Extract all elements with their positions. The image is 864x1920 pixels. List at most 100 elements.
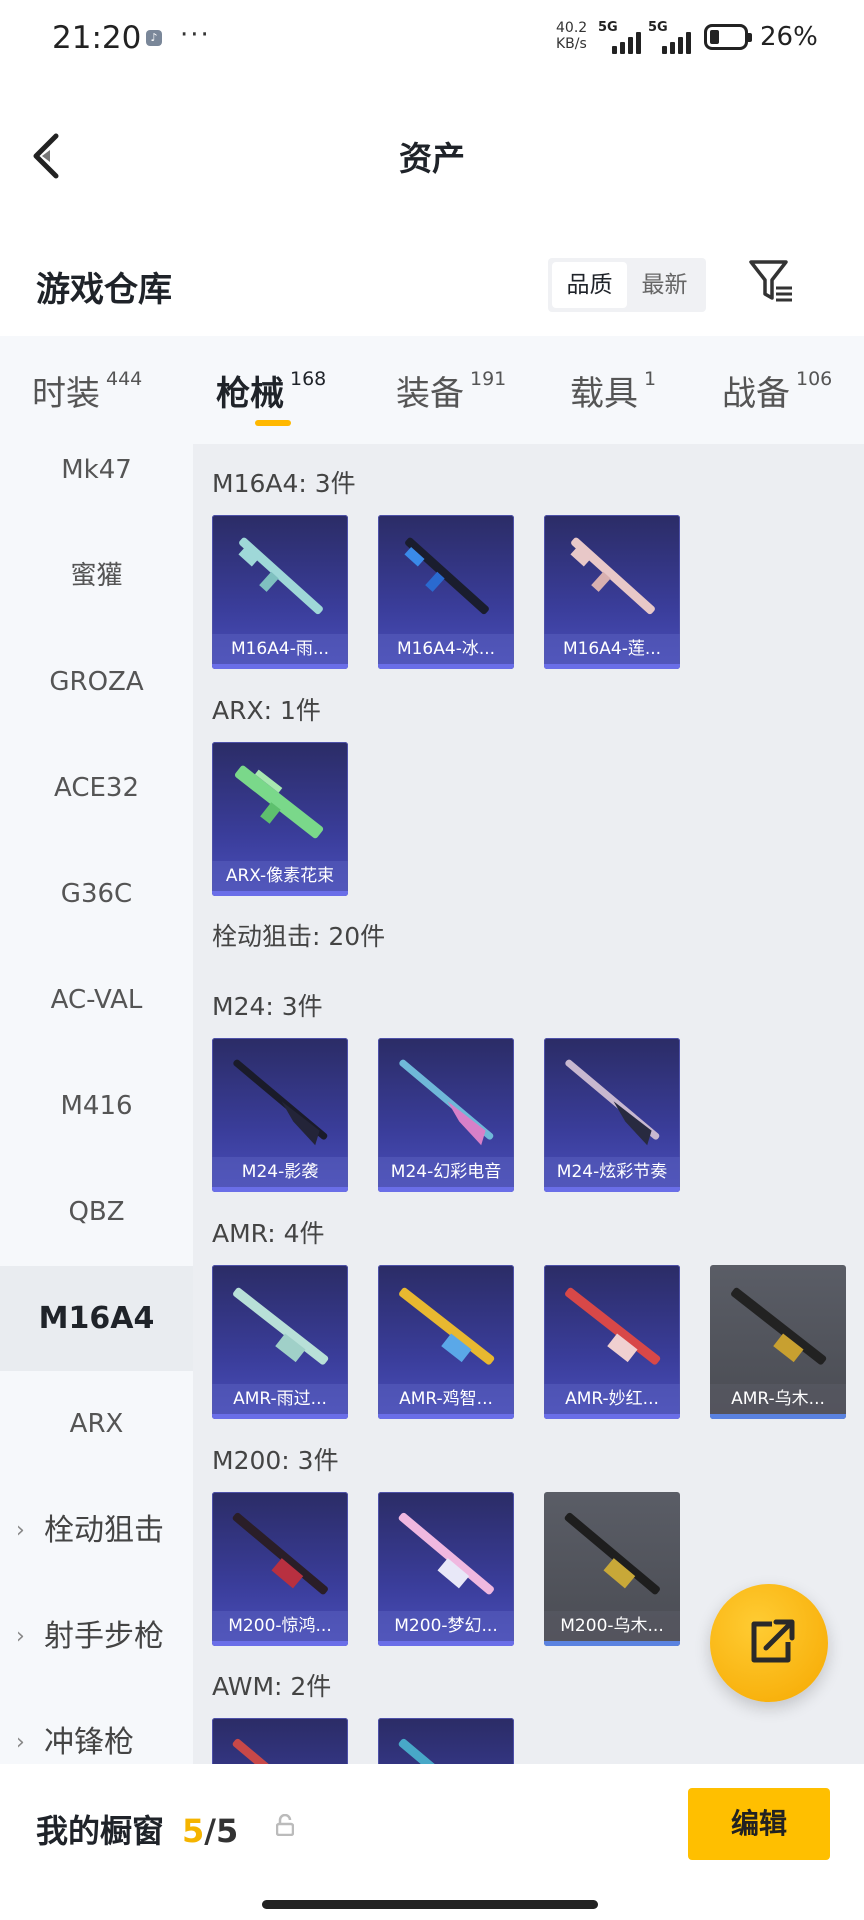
weapon-card-name: AMR-乌木... <box>710 1384 846 1414</box>
sniper-image <box>565 1287 661 1365</box>
weapon-card-name: AMR-鸡智... <box>378 1384 514 1414</box>
share-external-icon <box>751 1619 795 1663</box>
weapon-card[interactable]: M200-惊鸿... <box>212 1492 348 1646</box>
sidebar-item-groza[interactable]: GROZA <box>0 630 193 735</box>
sidebar-item-qbz[interactable]: QBZ <box>0 1160 193 1265</box>
share-fab-button[interactable] <box>710 1584 828 1702</box>
weapon-card-name: M16A4-莲... <box>544 634 680 664</box>
tab-count: 106 <box>796 368 833 390</box>
showcase-current-count: 5 <box>182 1812 205 1850</box>
sniper-image <box>731 1287 827 1365</box>
active-tab-indicator <box>255 420 291 426</box>
sidebar-item-arx[interactable]: ARX <box>0 1372 193 1477</box>
weapon-card-name: M24-影袭 <box>212 1157 348 1187</box>
page-title: 资产 <box>399 139 465 178</box>
showcase-summary: 我的橱窗 5/5 <box>36 1806 238 1852</box>
sniper-image <box>398 1512 494 1595</box>
weapon-card-name: AMR-妙红... <box>544 1384 680 1414</box>
app-header: 资产 <box>0 80 864 220</box>
weapon-card[interactable]: M24-影袭 <box>212 1038 348 1192</box>
weapon-card-name: M200-惊鸿... <box>212 1611 348 1641</box>
weapon-sidebar: Mk47 蜜獾 GROZA ACE32 G36C AC-VAL M416 QBZ… <box>0 444 193 1764</box>
chevron-right-icon: › <box>16 1518 25 1543</box>
sidebar-item-honey-badger[interactable]: 蜜獾 <box>0 524 193 629</box>
sidebar-item-m416[interactable]: M416 <box>0 1054 193 1159</box>
weapon-card-name: M24-幻彩电音 <box>378 1157 514 1187</box>
lock-icon <box>276 1814 294 1836</box>
more-notifications-icon: ··· <box>180 20 211 50</box>
weapon-card[interactable]: M16A4-雨... <box>212 515 348 669</box>
sort-option-newest[interactable]: 最新 <box>627 262 702 308</box>
weapon-content: M16A4: 3件 M16A4-雨... M16A4-冰... M16A4-莲.… <box>193 444 864 1764</box>
sidebar-group-smg[interactable]: › 冲锋枪 <box>0 1690 193 1764</box>
rifle-image <box>404 537 489 615</box>
section-title-m200: M200: 3件 <box>212 1446 339 1475</box>
section-title-m24: M24: 3件 <box>212 992 323 1021</box>
sniper-image <box>232 1738 328 1764</box>
sniper-image <box>399 1059 494 1146</box>
weapon-card[interactable]: AMR-鸡智... <box>378 1265 514 1419</box>
weapon-card[interactable]: M16A4-莲... <box>544 515 680 669</box>
tab-vehicles[interactable]: 载具 1 <box>570 366 656 415</box>
sniper-image <box>233 1287 329 1365</box>
tab-supplies[interactable]: 战备 106 <box>722 366 832 415</box>
category-tabs: 时装 444 枪械 168 装备 191 载具 1 战备 106 <box>0 336 864 444</box>
sort-toggle: 品质 最新 <box>548 258 706 312</box>
rifle-image <box>238 537 323 615</box>
net-speed-unit: KB/s <box>556 36 587 52</box>
filter-icon <box>749 260 792 302</box>
weapon-card[interactable]: M24-幻彩电音 <box>378 1038 514 1192</box>
tab-equipment[interactable]: 装备 191 <box>396 366 506 415</box>
sidebar-item-mk47[interactable]: Mk47 <box>0 444 193 523</box>
weapon-card[interactable]: ARX-像素花束 <box>212 742 348 896</box>
weapon-card[interactable]: M24-炫彩节奏 <box>544 1038 680 1192</box>
sidebar-group-marksman[interactable]: › 射手步枪 <box>0 1584 193 1689</box>
rifle-image <box>570 537 655 615</box>
tab-fashion[interactable]: 时装 444 <box>32 366 142 415</box>
sidebar-item-ace32[interactable]: ACE32 <box>0 736 193 841</box>
tab-firearms[interactable]: 枪械 168 <box>216 366 326 415</box>
sidebar-group-bolt-action[interactable]: › 栓动狙击 <box>0 1478 193 1583</box>
sniper-image <box>565 1059 660 1146</box>
sidebar-group-label: 栓动狙击 <box>44 1513 164 1548</box>
weapon-card[interactable]: AMR-妙红... <box>544 1265 680 1419</box>
section-title-arx: ARX: 1件 <box>212 696 321 725</box>
sim2-label: 5G <box>648 20 668 35</box>
battery-icon <box>704 24 752 50</box>
weapon-card[interactable]: M200-梦幻... <box>378 1492 514 1646</box>
section-title-amr: AMR: 4件 <box>212 1219 325 1248</box>
tab-label: 载具 <box>570 374 638 414</box>
sidebar-item-g36c[interactable]: G36C <box>0 842 193 947</box>
chevron-right-icon: › <box>16 1624 25 1649</box>
chevron-right-icon: › <box>16 1730 25 1755</box>
weapon-card-name: M200-乌木... <box>544 1611 680 1641</box>
sidebar-item-m16a4[interactable]: M16A4 <box>0 1266 193 1371</box>
section-title-awm: AWM: 2件 <box>212 1672 332 1701</box>
sidebar-group-label: 射手步枪 <box>44 1619 164 1654</box>
tab-count: 168 <box>290 368 327 390</box>
sim1-label: 5G <box>598 20 618 35</box>
edit-button[interactable]: 编辑 <box>688 1788 830 1860</box>
bottom-bar: 我的橱窗 5/5 编辑 <box>0 1764 864 1920</box>
filter-button[interactable] <box>748 258 794 308</box>
tab-count: 444 <box>106 368 143 390</box>
weapon-card-name: M16A4-冰... <box>378 634 514 664</box>
sniper-image <box>399 1287 495 1365</box>
sniper-image <box>398 1738 494 1764</box>
sniper-image <box>564 1512 660 1595</box>
weapon-card[interactable]: M200-乌木... <box>544 1492 680 1646</box>
weapon-card[interactable]: AMR-乌木... <box>710 1265 846 1419</box>
weapon-card[interactable]: M16A4-冰... <box>378 515 514 669</box>
weapon-card[interactable] <box>378 1718 514 1764</box>
sort-option-quality[interactable]: 品质 <box>552 262 627 308</box>
sidebar-item-ac-val[interactable]: AC-VAL <box>0 948 193 1053</box>
weapon-card[interactable] <box>212 1718 348 1764</box>
section-title-m16a4: M16A4: 3件 <box>212 469 356 498</box>
weapon-card-name: ARX-像素花束 <box>212 861 348 891</box>
tab-label: 装备 <box>396 374 464 414</box>
showcase-label: 我的橱窗 <box>36 1812 165 1850</box>
tiktok-notification-icon: ♪ <box>146 30 162 46</box>
status-time: 21:20 <box>52 20 142 56</box>
weapon-card[interactable]: AMR-雨过... <box>212 1265 348 1419</box>
weapon-card-name: M200-梦幻... <box>378 1611 514 1641</box>
